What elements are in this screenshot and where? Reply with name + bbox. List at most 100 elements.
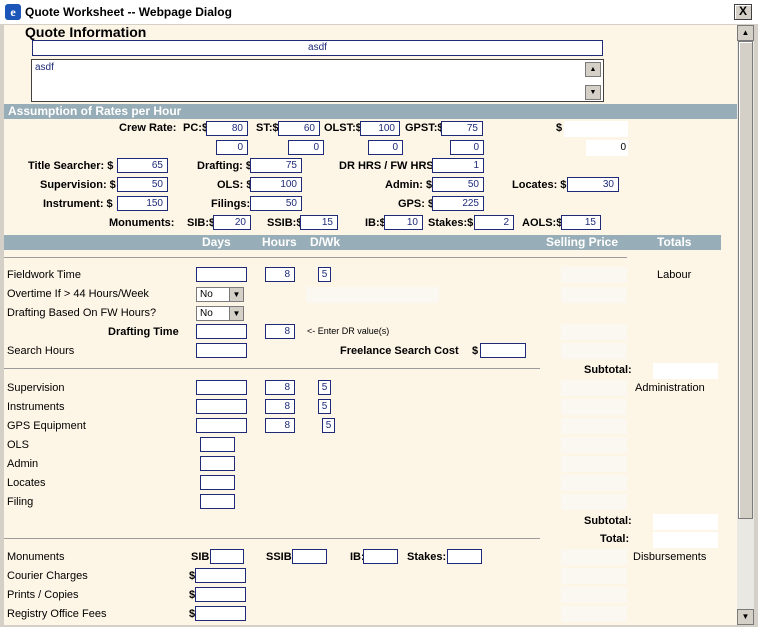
dr-hrs-label: DR HRS / FW HRS: — [339, 160, 438, 172]
overtime-label: Overtime If > 44 Hours/Week — [7, 288, 149, 300]
labour-subtotal-value — [653, 363, 718, 379]
ols-rate-input[interactable]: 100 — [250, 177, 302, 192]
chevron-down-icon: ▼ — [229, 307, 243, 320]
registry-office-fees-input[interactable] — [195, 606, 246, 621]
dialog-window: e Quote Worksheet -- Webpage Dialog X Qu… — [0, 0, 758, 627]
total-value — [653, 532, 718, 548]
days-column-header: Days — [202, 235, 231, 249]
freelance-cost-input[interactable] — [480, 343, 526, 358]
supervision-hours-input[interactable]: 8 — [265, 380, 295, 395]
locates-input[interactable] — [200, 475, 235, 490]
ols-input[interactable] — [200, 437, 235, 452]
fieldwork-dwk-input[interactable]: 5 — [318, 267, 331, 282]
fieldwork-days-input[interactable] — [196, 267, 247, 282]
monuments-rate-label: Monuments: — [109, 217, 175, 229]
quote-heading: Quote Information — [25, 25, 147, 40]
admin-rate-label: Admin: $ — [385, 179, 433, 191]
ssib-rate-input[interactable]: 15 — [300, 215, 338, 230]
search-hours-input[interactable] — [196, 343, 247, 358]
drafting-rate-input[interactable]: 75 — [250, 158, 302, 173]
ols-rate-label: OLS: $ — [217, 179, 253, 191]
aols-rate-input[interactable]: 15 — [561, 215, 601, 230]
ssib-rate-label: SSIB:$ — [267, 217, 303, 229]
gpst-cost-field[interactable]: 0 — [450, 140, 484, 155]
instruments-label: Instruments — [7, 401, 65, 413]
st-cost-field[interactable]: 0 — [288, 140, 324, 155]
courier-charges-label: Courier Charges — [7, 570, 88, 582]
drafting-selling-price — [561, 324, 627, 340]
supervision-rate-input[interactable]: 50 — [117, 177, 168, 192]
filings-rate-input[interactable]: 50 — [250, 196, 302, 211]
locates-rate-label: Locates: $ — [512, 179, 567, 191]
gpst-rate-input[interactable]: 75 — [441, 121, 483, 136]
search-hours-label: Search Hours — [7, 345, 75, 357]
locates-rate-input[interactable]: 30 — [567, 177, 619, 192]
close-button[interactable]: X — [734, 4, 752, 20]
gps-rate-input[interactable]: 225 — [432, 196, 484, 211]
supervision-days-input[interactable] — [196, 380, 247, 395]
crew-rate-label: Crew Rate: — [119, 122, 177, 134]
arrow-down-icon[interactable]: ▼ — [737, 609, 754, 625]
instruments-days-input[interactable] — [196, 399, 247, 414]
st-rate-input[interactable]: 60 — [278, 121, 320, 136]
title-searcher-input[interactable]: 65 — [117, 158, 168, 173]
administration-section-label: Administration — [635, 382, 705, 394]
courier-selling-price — [561, 568, 627, 584]
locates-label: Locates — [7, 477, 46, 489]
gps-hours-input[interactable]: 8 — [265, 418, 295, 433]
drafting-time-label: Drafting Time — [108, 326, 179, 338]
ib-count-input[interactable] — [363, 549, 398, 564]
prints-copies-input[interactable] — [195, 587, 246, 602]
supervision-dwk-input[interactable]: 5 — [318, 380, 331, 395]
pc-cost-field[interactable]: 0 — [216, 140, 248, 155]
aols-rate-label: AOLS:$ — [522, 217, 563, 229]
quote-name-input[interactable]: asdf — [32, 40, 603, 56]
instruments-dwk-input[interactable]: 5 — [318, 399, 331, 414]
instruments-selling-price — [561, 399, 627, 415]
arrow-down-icon[interactable]: ▼ — [585, 85, 601, 100]
olst-label: OLST:$ — [324, 122, 362, 134]
filing-input[interactable] — [200, 494, 235, 509]
divider — [4, 368, 540, 369]
admin-rate-input[interactable]: 50 — [432, 177, 484, 192]
sib-rate-label: SIB:$ — [187, 217, 216, 229]
instrument-rate-input[interactable]: 150 — [117, 196, 168, 211]
divider — [4, 257, 627, 258]
supervision-label: Supervision — [7, 382, 65, 394]
ib-rate-input[interactable]: 10 — [384, 215, 423, 230]
registry-selling-price — [561, 606, 627, 622]
supervision-rate-label: Supervision: $ — [40, 179, 116, 191]
freelance-dollar: $ — [472, 345, 479, 357]
quote-notes-textarea[interactable]: asdf ▲ ▼ — [31, 59, 604, 102]
arrow-up-icon[interactable]: ▲ — [585, 62, 601, 77]
drafting-hours-input[interactable]: 8 — [265, 324, 295, 339]
ssib-count-input[interactable] — [292, 549, 327, 564]
drafting-days-input[interactable] — [196, 324, 247, 339]
drafting-based-label: Drafting Based On FW Hours? — [7, 307, 157, 319]
ie-icon: e — [5, 4, 21, 20]
overtime-select[interactable]: No ▼ — [196, 287, 244, 302]
drafting-based-select[interactable]: No ▼ — [196, 306, 244, 321]
olst-rate-input[interactable]: 100 — [360, 121, 400, 136]
vertical-scrollbar[interactable]: ▲ ▼ — [737, 25, 754, 625]
pc-label: PC:$ — [183, 122, 209, 134]
stakes-rate-input[interactable]: 2 — [474, 215, 514, 230]
sib-rate-input[interactable]: 20 — [213, 215, 251, 230]
pc-rate-input[interactable]: 80 — [206, 121, 248, 136]
fieldwork-time-label: Fieldwork Time — [7, 269, 81, 281]
stakes-count-input[interactable] — [447, 549, 482, 564]
gps-dwk-input[interactable]: 5 — [322, 418, 335, 433]
admin-input[interactable] — [200, 456, 235, 471]
courier-charges-input[interactable] — [195, 568, 246, 583]
arrow-up-icon[interactable]: ▲ — [737, 25, 754, 41]
instruments-hours-input[interactable]: 8 — [265, 399, 295, 414]
admin-selling-price — [561, 456, 627, 472]
olst-cost-field[interactable]: 0 — [368, 140, 403, 155]
fieldwork-hours-input[interactable]: 8 — [265, 267, 295, 282]
sib-count-input[interactable] — [210, 549, 244, 564]
gps-days-input[interactable] — [196, 418, 247, 433]
dr-hrs-input[interactable]: 1 — [432, 158, 484, 173]
total-label: Total: — [600, 533, 630, 545]
crew-total-field — [564, 121, 628, 137]
scrollbar-thumb[interactable] — [738, 41, 753, 519]
